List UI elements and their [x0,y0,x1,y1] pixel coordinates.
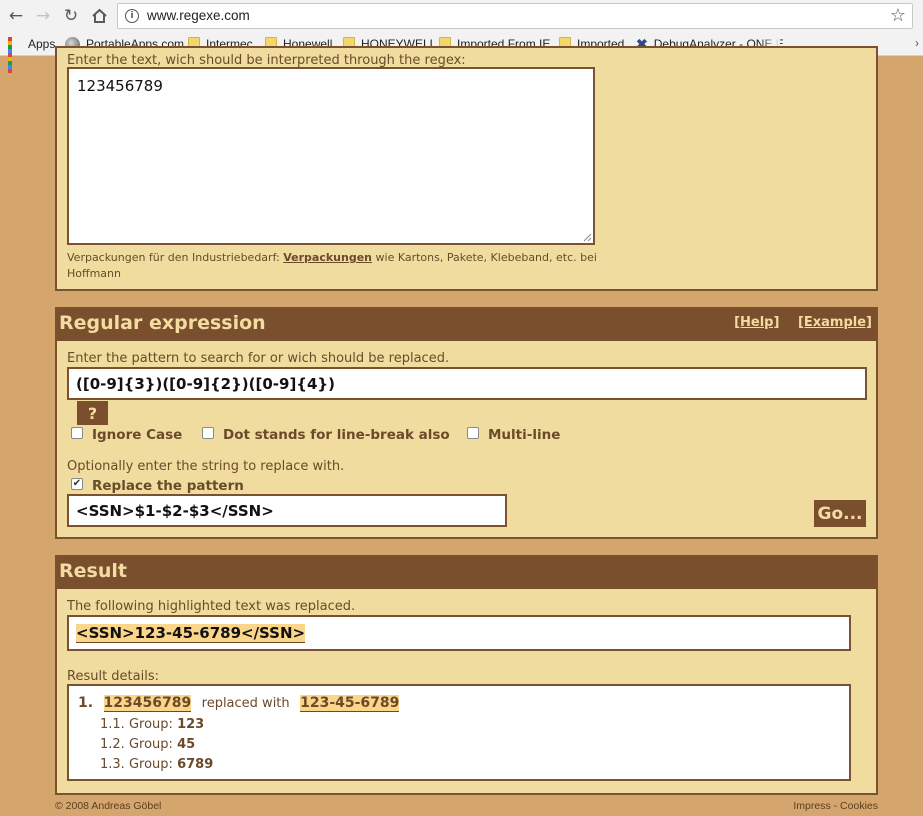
ad-suffix: wie Kartons, Pakete, Klebeband, etc. bei [372,251,597,264]
ad-text: Verpackungen für den Industriebedarf: Ve… [67,250,597,282]
replaced-with-text: replaced with [201,696,290,711]
ad-prefix: Verpackungen für den Industriebedarf: [67,251,284,264]
match-replacement: 123-45-6789 [300,695,400,712]
dotall-label: Dot stands for line-break also [223,427,450,443]
example-link[interactable]: [Example] [798,315,872,330]
bookmark-star-icon[interactable]: ☆ [890,5,906,26]
result-panel: Result The following highlighted text wa… [55,555,878,795]
ad-line2[interactable]: Hoffmann [67,267,121,280]
apps-grid-icon [8,37,22,73]
bookmark-label: Apps [28,37,56,51]
group-index: 1.3. [100,757,125,772]
multiline-checkbox[interactable] [467,427,479,439]
group-index: 1.1. [100,717,125,732]
pattern-label: Enter the pattern to search for or wich … [67,351,450,366]
group-line: 1.2. Group: 45 [100,737,195,752]
pattern-input[interactable]: ([0-9]{3})([0-9]{2})([0-9]{4}) [67,367,867,400]
home-icon[interactable] [88,5,110,27]
forward-arrow-icon[interactable]: → [32,5,54,27]
ad-link[interactable]: Verpackungen [283,251,372,264]
ignore-case-checkbox[interactable] [71,427,83,439]
result-output[interactable]: <SSN>123-45-6789</SSN> [67,615,851,651]
group-label: Group: [128,717,173,732]
browser-toolbar: ← → ↻ i www.regexe.com ☆ [0,0,923,32]
group-value: 6789 [177,757,214,772]
group-line: 1.1. Group: 123 [100,717,204,732]
group-line: 1.3. Group: 6789 [100,757,213,772]
regex-panel-header: Regular expression [Help] [Example] [57,309,876,341]
text-panel: Enter the text, wich should be interpret… [55,46,878,291]
multiline-label: Multi-line [488,427,561,443]
footer-links[interactable]: Impress - Cookies [793,800,878,812]
group-index: 1.2. [100,737,125,752]
regex-panel: Regular expression [Help] [Example] Ente… [55,307,878,539]
group-label: Group: [128,737,173,752]
result-title: Result [59,560,127,582]
details-label: Result details: [67,669,159,684]
replace-pattern-label: Replace the pattern [92,478,244,494]
match-original: 123456789 [103,695,192,712]
group-value: 123 [177,717,205,732]
pattern-value: ([0-9]{3})([0-9]{2})([0-9]{4}) [76,375,335,393]
reload-icon[interactable]: ↻ [60,5,82,27]
header-links: [Help] [Example] [720,315,872,330]
resize-grip-icon[interactable] [583,233,592,242]
dotall-checkbox[interactable] [202,427,214,439]
result-panel-header: Result [57,557,876,589]
replace-hint: Optionally enter the string to replace w… [67,459,345,474]
replace-input[interactable]: <SSN>$1-$2-$3</SSN> [67,494,507,527]
footer-copyright: © 2008 Andreas Göbel [55,800,162,812]
result-summary-label: The following highlighted text was repla… [67,599,356,614]
back-arrow-icon[interactable]: ← [5,5,27,27]
help-link[interactable]: [Help] [734,315,779,330]
url-text[interactable]: www.regexe.com [147,8,250,23]
text-input-area[interactable]: 123456789 [67,67,595,245]
match-index: 1. [78,695,94,711]
regex-title: Regular expression [59,312,266,334]
result-details-box: 1. 123456789 replaced with 123-45-6789 1… [67,684,851,781]
result-value: <SSN>123-45-6789</SSN> [76,624,306,643]
group-value: 45 [177,737,196,752]
site-info-icon[interactable]: i [125,9,139,23]
more-bookmarks-chevron-icon[interactable]: › [915,36,919,50]
replace-pattern-checkbox[interactable]: ✔ [71,478,83,490]
text-input-label: Enter the text, wich should be interpret… [67,53,466,68]
ignore-case-label: Ignore Case [92,427,183,443]
bookmark-apps[interactable]: Apps [8,36,56,73]
go-button[interactable]: Go... [814,500,866,527]
text-input-value: 123456789 [77,77,163,95]
replace-value: <SSN>$1-$2-$3</SSN> [76,502,274,520]
pattern-help-button[interactable]: ? [77,401,108,425]
address-bar[interactable]: i www.regexe.com ☆ [117,3,913,29]
group-label: Group: [128,757,173,772]
match-line: 1. 123456789 replaced with 123-45-6789 [78,695,400,712]
